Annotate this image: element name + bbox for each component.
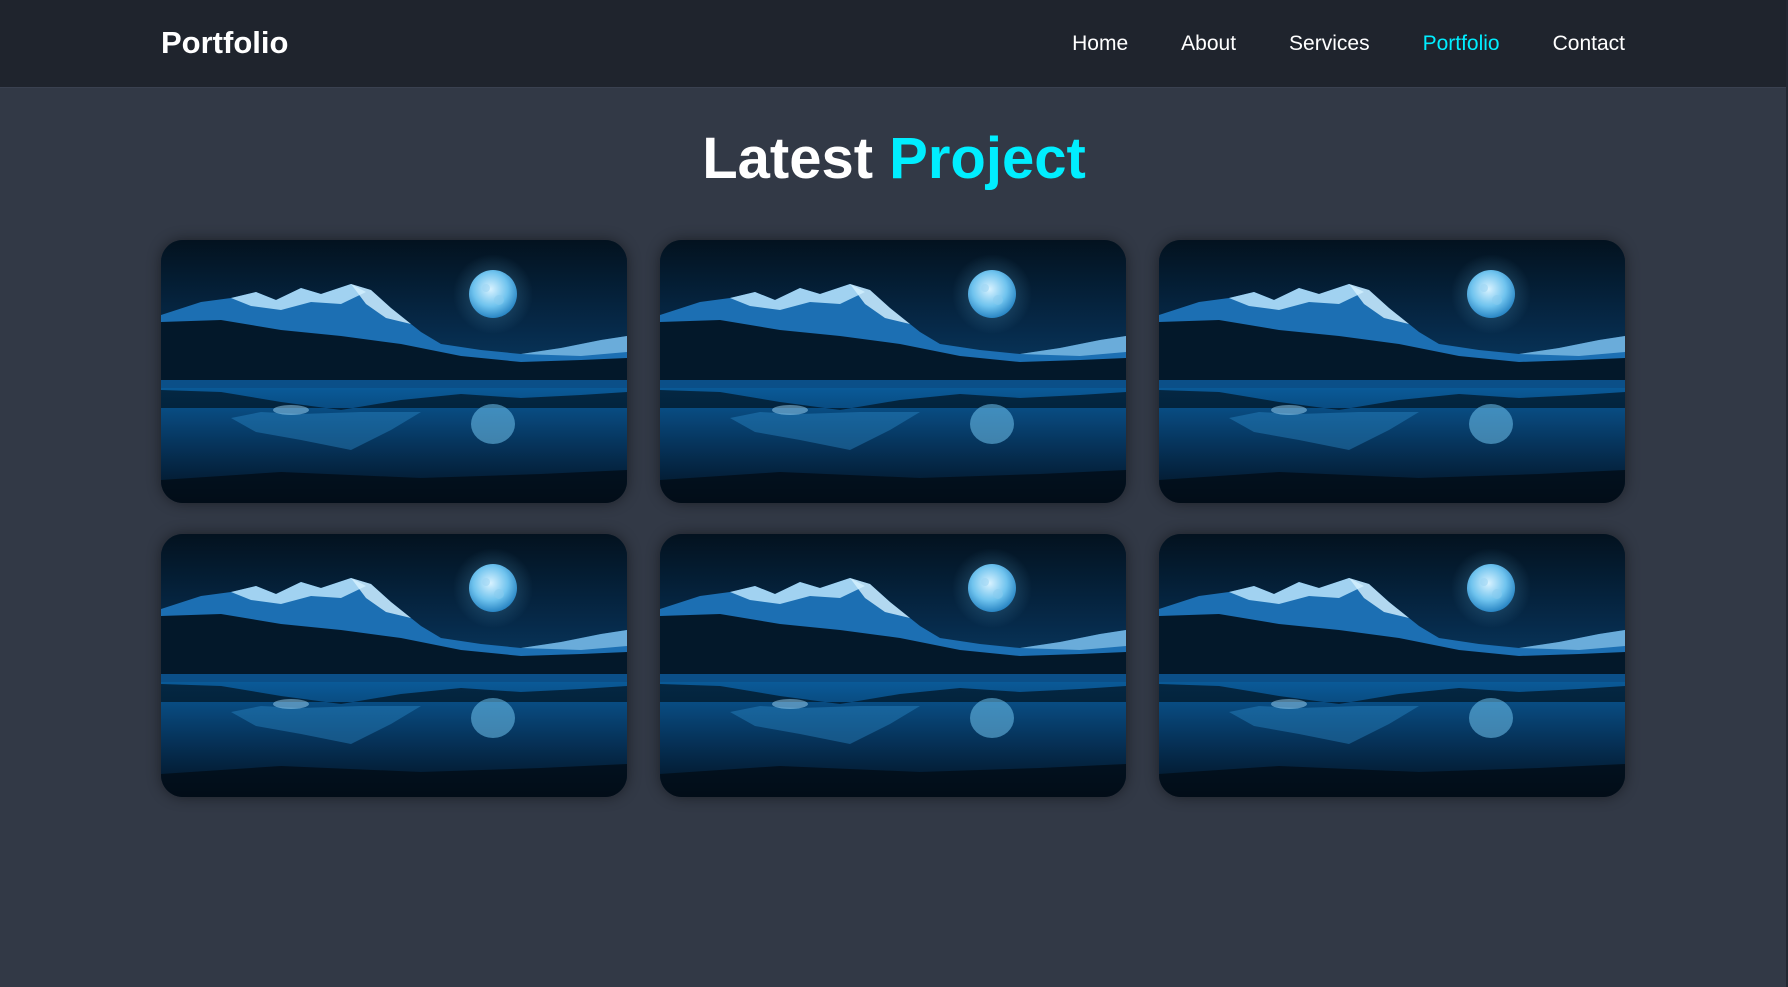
nav-link-portfolio[interactable]: Portfolio: [1423, 30, 1500, 58]
nav-link-services[interactable]: Services: [1289, 30, 1370, 58]
site-header: Portfolio Home About Services Portfolio …: [0, 0, 1788, 88]
nav-link-home[interactable]: Home: [1072, 30, 1128, 58]
project-card[interactable]: [1159, 240, 1625, 503]
moonlit-lake-image: [161, 240, 627, 503]
page: Portfolio Home About Services Portfolio …: [0, 0, 1788, 987]
project-grid: [161, 240, 1625, 797]
main-nav: Home About Services Portfolio Contact: [1072, 30, 1625, 58]
project-card[interactable]: [660, 240, 1126, 503]
moonlit-lake-image: [1159, 240, 1625, 503]
project-card[interactable]: [660, 534, 1126, 797]
section-heading: Latest Project: [0, 126, 1788, 192]
heading-main-text: Latest: [702, 126, 874, 191]
project-card[interactable]: [161, 240, 627, 503]
project-card[interactable]: [1159, 534, 1625, 797]
moonlit-lake-image: [1159, 534, 1625, 797]
nav-link-contact[interactable]: Contact: [1553, 30, 1625, 58]
project-card[interactable]: [161, 534, 627, 797]
nav-link-about[interactable]: About: [1181, 30, 1236, 58]
moonlit-lake-image: [660, 240, 1126, 503]
moonlit-lake-image: [161, 534, 627, 797]
heading-accent-text: Project: [889, 126, 1086, 191]
site-logo[interactable]: Portfolio: [161, 24, 288, 62]
moonlit-lake-image: [660, 534, 1126, 797]
